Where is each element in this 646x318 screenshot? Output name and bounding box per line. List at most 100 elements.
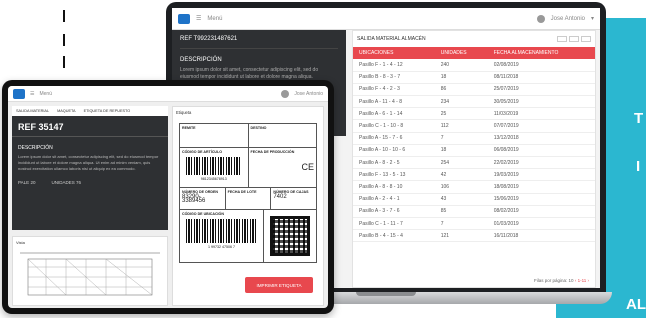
table-cell: 18/08/2019 — [487, 180, 595, 194]
table-row[interactable]: Pasillo F - 4 - 2 - 3 86 25/07/2019 — [353, 83, 595, 97]
column-header[interactable]: UNIDADES — [435, 47, 488, 59]
batch-date-field: FECHA DE LOTE — [226, 188, 272, 209]
qr-field — [264, 210, 316, 262]
drawing-illustration — [20, 252, 160, 296]
table-cell: Pasillo A - 3 - 7 - 6 — [353, 205, 435, 218]
box-count-field: NÚMERO DE CAJAS 7402 — [273, 190, 309, 200]
table-row[interactable]: Pasillo A - 6 - 1 - 14 25 11/03/2019 — [353, 107, 595, 121]
table-cell: 240 — [434, 59, 488, 72]
table-cell: 08/02/2019 — [487, 205, 595, 218]
article-code-field: CÓDIGO DE ARTÍCULO 9812345678913 — [180, 148, 249, 187]
table-cell: Pasillo B - 8 - 3 - 7 — [353, 71, 435, 84]
table-cell: 121 — [434, 229, 488, 243]
print-label-button[interactable]: IMPRIMIR ETIQUETA — [245, 277, 313, 293]
tablet-device: ☰ Menú Jose Antonio SALIDA MATERIAL MAQU… — [2, 80, 334, 314]
table-row[interactable]: Pasillo C - 1 - 11 - 7 7 01/03/2019 — [353, 217, 595, 231]
technical-drawing: Vista — [12, 236, 168, 306]
dash-mark — [63, 10, 65, 22]
table-row[interactable]: Pasillo A - 8 - 2 - 5 254 22/02/2019 — [353, 156, 595, 170]
table-cell: Pasillo C - 1 - 10 - 8 — [353, 119, 435, 133]
menu-label[interactable]: Menú — [207, 16, 222, 22]
tablet-screen: ☰ Menú Jose Antonio SALIDA MATERIAL MAQU… — [8, 86, 328, 308]
table-pagination: Filas por página: 10 ‹ 1-11 › — [534, 278, 589, 283]
column-header[interactable]: FECHA ALMACENAMIENTO — [488, 47, 595, 59]
table-row[interactable]: Pasillo C - 1 - 10 - 8 112 07/07/2019 — [353, 119, 595, 133]
table-row[interactable]: Pasillo F - 1 - 4 - 12 240 02/08/2019 — [353, 59, 595, 72]
reference-title: REF 35147 — [12, 116, 168, 137]
table-cell: 15/06/2019 — [487, 193, 595, 206]
table-cell: Pasillo F - 1 - 4 - 12 — [353, 59, 435, 72]
table-cell: Pasillo B - 4 - 15 - 4 — [353, 229, 435, 243]
table-row[interactable]: Pasillo A - 3 - 7 - 6 85 08/02/2019 — [353, 205, 595, 218]
tab-maqueta[interactable]: MAQUETA — [57, 109, 76, 113]
table-cell: 7 — [434, 132, 488, 145]
table-row[interactable]: Pasillo B - 4 - 15 - 4 121 16/11/2018 — [353, 229, 595, 243]
table-cell: 22/02/2019 — [487, 156, 595, 170]
app-logo — [13, 88, 25, 99]
table-cell: 42 — [434, 168, 488, 182]
avatar[interactable] — [281, 89, 290, 98]
table-cell: 86 — [434, 83, 488, 97]
table-cell: Pasillo F - 4 - 2 - 3 — [353, 83, 435, 97]
pager[interactable]: ‹ 1-11 › — [575, 278, 589, 283]
chevron-down-icon[interactable]: ▾ — [591, 15, 594, 22]
dash-mark — [63, 34, 65, 46]
avatar[interactable] — [536, 14, 545, 23]
tab-etiqueta[interactable]: ETIQUETA DE REPUESTO — [84, 109, 131, 113]
table-cell: Pasillo C - 1 - 11 - 7 — [353, 217, 435, 231]
table-row[interactable]: Pasillo B - 8 - 3 - 7 18 08/11/2018 — [353, 71, 595, 84]
promo-letter: T — [634, 110, 644, 127]
table-row[interactable]: Pasillo A - 8 - 8 - 10 106 18/08/2019 — [353, 180, 595, 194]
units-label: UNIDADES — [51, 180, 75, 185]
table-cell: Pasillo A - 8 - 2 - 5 — [353, 156, 435, 170]
locations-table-panel: SALIDA MATERIAL ALMACÉN UBICACIONES UNID… — [352, 30, 596, 288]
table-cell: 18 — [434, 71, 488, 84]
reference-title: REF T992231487621 — [180, 36, 338, 49]
description-text: Lorem ipsum dolor sit amet, consectetur … — [180, 67, 319, 80]
table-cell: 13/12/2018 — [487, 132, 595, 145]
filter-button[interactable] — [581, 36, 591, 42]
shipping-label: REMITE DESTINO CÓDIGO DE ARTÍCULO 981234… — [179, 123, 317, 263]
user-name[interactable]: Jose Antonio — [551, 16, 585, 22]
menu-icon[interactable]: ☰ — [30, 91, 34, 97]
table-cell: Pasillo A - 11 - 4 - 8 — [353, 95, 435, 109]
table-cell: 16/11/2018 — [487, 229, 595, 243]
table-row[interactable]: Pasillo A - 2 - 4 - 1 43 15/06/2019 — [353, 193, 595, 206]
table-row[interactable]: Pasillo F - 13 - 5 - 13 42 19/03/2019 — [353, 168, 595, 182]
dash-mark — [63, 56, 65, 68]
toolbar-button[interactable] — [557, 36, 567, 42]
table-cell: 02/08/2019 — [487, 59, 595, 72]
qr-code — [270, 216, 310, 256]
table-cell: 01/03/2019 — [487, 217, 595, 231]
tab-salida-material[interactable]: SALIDA MATERIAL — [16, 109, 49, 113]
location-barcode — [186, 218, 257, 243]
table-cell: Pasillo A - 15 - 7 - 6 — [353, 132, 435, 145]
barcode — [186, 156, 242, 175]
user-name[interactable]: Jose Antonio — [294, 91, 323, 97]
production-date-field: FECHA DE PRODUCCIÓN CE — [250, 150, 315, 172]
description-text: Lorem ipsum dolor sit amet, consectetur … — [18, 154, 159, 171]
menu-label[interactable]: Menú — [39, 91, 52, 97]
promo-letter: AL — [626, 296, 646, 313]
ce-mark: CE — [301, 161, 314, 172]
table-cell: 254 — [434, 156, 488, 170]
toolbar-button[interactable] — [569, 36, 579, 42]
table-cell: Pasillo A - 2 - 4 - 1 — [353, 193, 435, 206]
table-cell: 19/03/2019 — [487, 168, 595, 182]
table-cell: 234 — [434, 95, 488, 109]
destination-field: DESTINO — [250, 126, 267, 130]
location-code-field: CÓDIGO DE UBICACIÓN 1 99732 47506 7 — [180, 210, 264, 262]
menu-icon[interactable]: ☰ — [196, 15, 201, 22]
description-heading: DESCRIPCIÓN — [18, 145, 53, 151]
table-row[interactable]: Pasillo A - 15 - 7 - 6 7 13/12/2018 — [353, 132, 595, 145]
table-cell: Pasillo A - 8 - 8 - 10 — [353, 180, 435, 194]
table-row[interactable]: Pasillo A - 10 - 10 - 6 18 06/08/2019 — [353, 144, 595, 158]
table-toolbar: SALIDA MATERIAL ALMACÉN — [353, 31, 595, 47]
column-header[interactable]: UBICACIONES — [353, 47, 435, 59]
table-title: SALIDA MATERIAL ALMACÉN — [357, 36, 426, 42]
table-cell: Pasillo A - 6 - 1 - 14 — [353, 107, 435, 121]
rows-per-page-select[interactable]: 10 — [569, 278, 574, 283]
table-header-row: UBICACIONES UNIDADES FECHA ALMACENAMIENT… — [353, 47, 595, 59]
table-cell: 85 — [434, 205, 488, 218]
table-row[interactable]: Pasillo A - 11 - 4 - 8 234 30/05/2019 — [353, 95, 595, 109]
